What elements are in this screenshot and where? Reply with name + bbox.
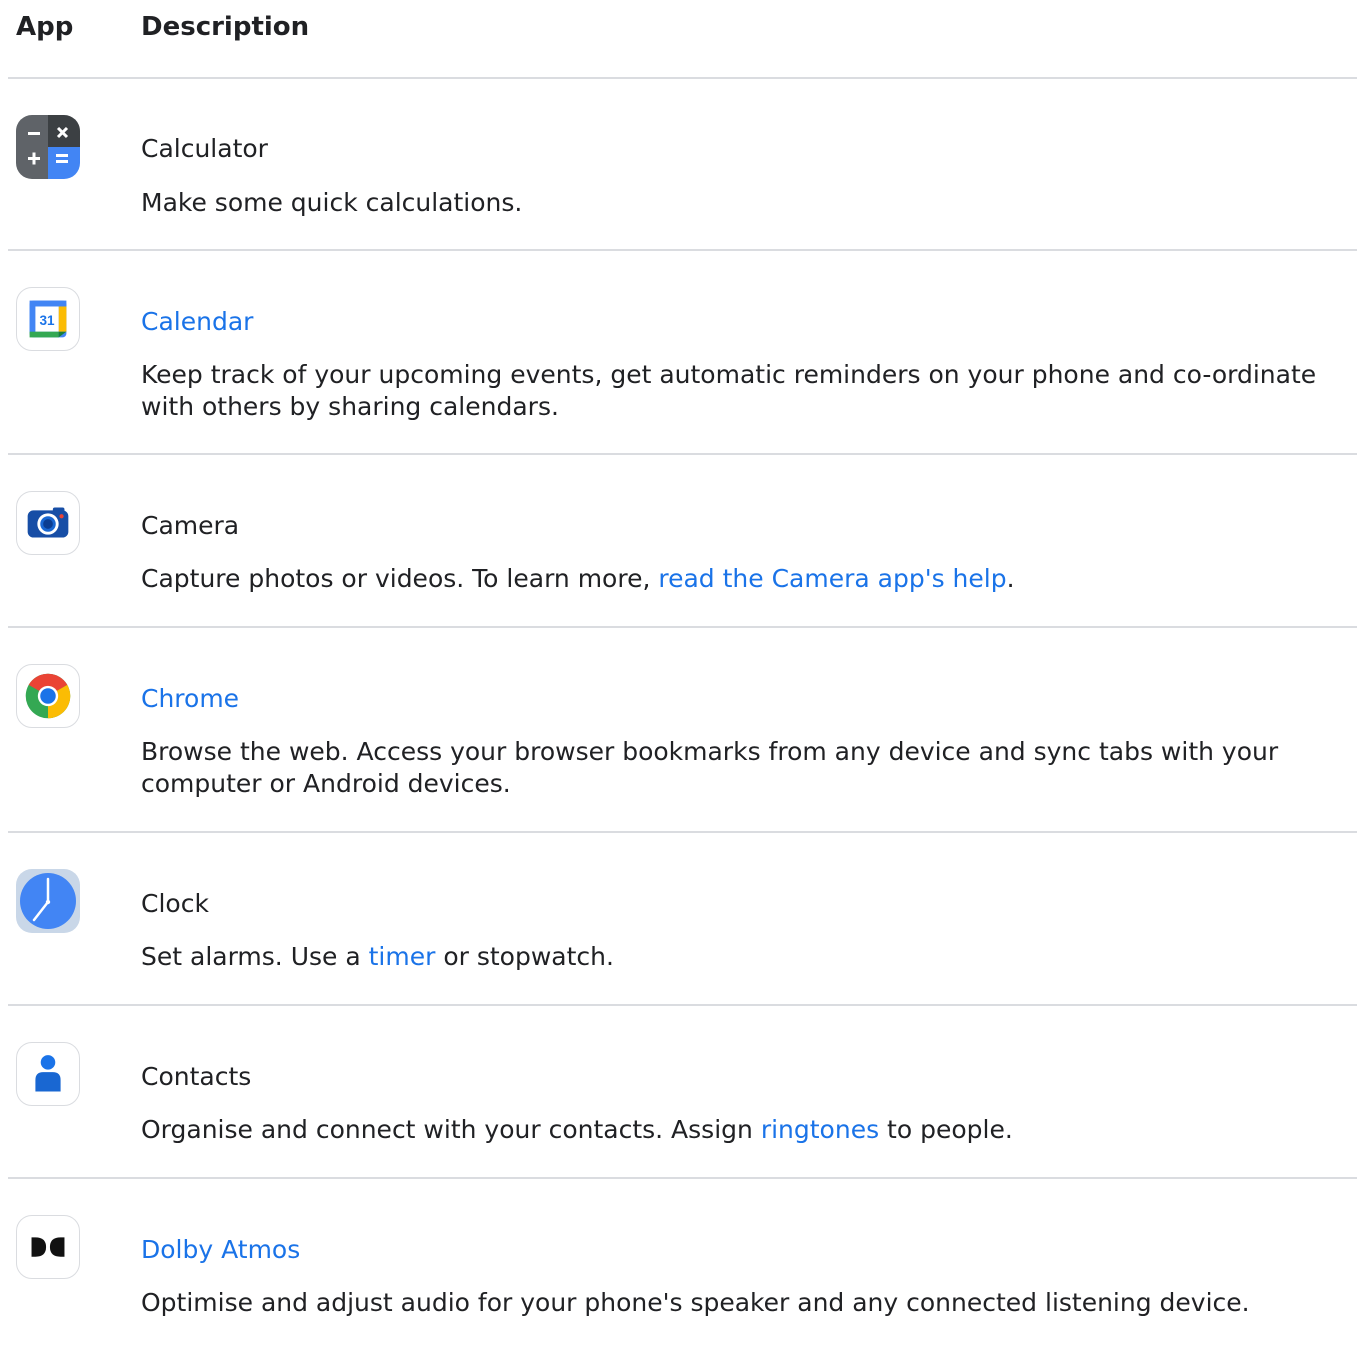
description-text-end: to people. [879,1115,1013,1144]
chrome-icon [16,664,80,728]
app-description-calendar: Keep track of your upcoming events, get … [141,360,1317,421]
description-text: Set alarms. Use a [141,942,369,971]
dolby-atmos-icon [16,1215,80,1279]
column-header-app: App [16,12,74,42]
description-text-end: or stopwatch. [435,942,614,971]
table-row-calculator: Calculator Make some quick calculations. [8,79,1357,251]
app-name-chrome-link[interactable]: Chrome [141,683,239,715]
table-row-chrome: Chrome Browse the web. Access your brows… [8,628,1357,833]
app-name-camera: Camera [141,511,240,540]
app-name-calendar-link[interactable]: Calendar [141,306,253,338]
table-row-dolby-atmos: Dolby Atmos Optimise and adjust audio fo… [8,1179,1357,1346]
app-name-calculator: Calculator [141,134,268,163]
description-text-end: . [1006,564,1015,593]
calculator-icon [16,115,80,179]
camera-icon [16,491,80,555]
column-header-description: Description [141,12,310,42]
app-name-dolby-atmos-link[interactable]: Dolby Atmos [141,1234,300,1266]
app-description-clock: Set alarms. Use a timer or stopwatch. [141,941,1341,973]
table-header: App Description [8,0,1357,79]
app-description-contacts: Organise and connect with your contacts.… [141,1114,1341,1146]
description-text: Organise and connect with your contacts.… [141,1115,761,1144]
clock-icon [16,869,80,933]
calendar-icon: 31 [16,287,80,351]
app-name-clock: Clock [141,889,209,918]
apps-table: App Description Calculator Make some qui… [8,0,1357,1346]
table-row-camera: Camera Capture photos or videos. To lear… [8,455,1357,628]
ringtones-link[interactable]: ringtones [761,1115,879,1144]
app-description-chrome: Browse the web. Access your browser book… [141,737,1279,798]
camera-help-link[interactable]: read the Camera app's help [658,564,1006,593]
app-description-camera: Capture photos or videos. To learn more,… [141,563,1341,595]
table-row-contacts: Contacts Organise and connect with your … [8,1006,1357,1179]
timer-link[interactable]: timer [369,942,436,971]
calendar-icon-day: 31 [39,313,55,328]
app-name-contacts: Contacts [141,1062,252,1091]
app-description-calculator: Make some quick calculations. [141,188,523,217]
app-description-dolby-atmos: Optimise and adjust audio for your phone… [141,1288,1250,1317]
table-row-clock: Clock Set alarms. Use a timer or stopwat… [8,833,1357,1006]
table-row-calendar: 31 Calendar Keep track of your upcoming … [8,251,1357,455]
description-text: Capture photos or videos. To learn more, [141,564,659,593]
contacts-icon [16,1042,80,1106]
